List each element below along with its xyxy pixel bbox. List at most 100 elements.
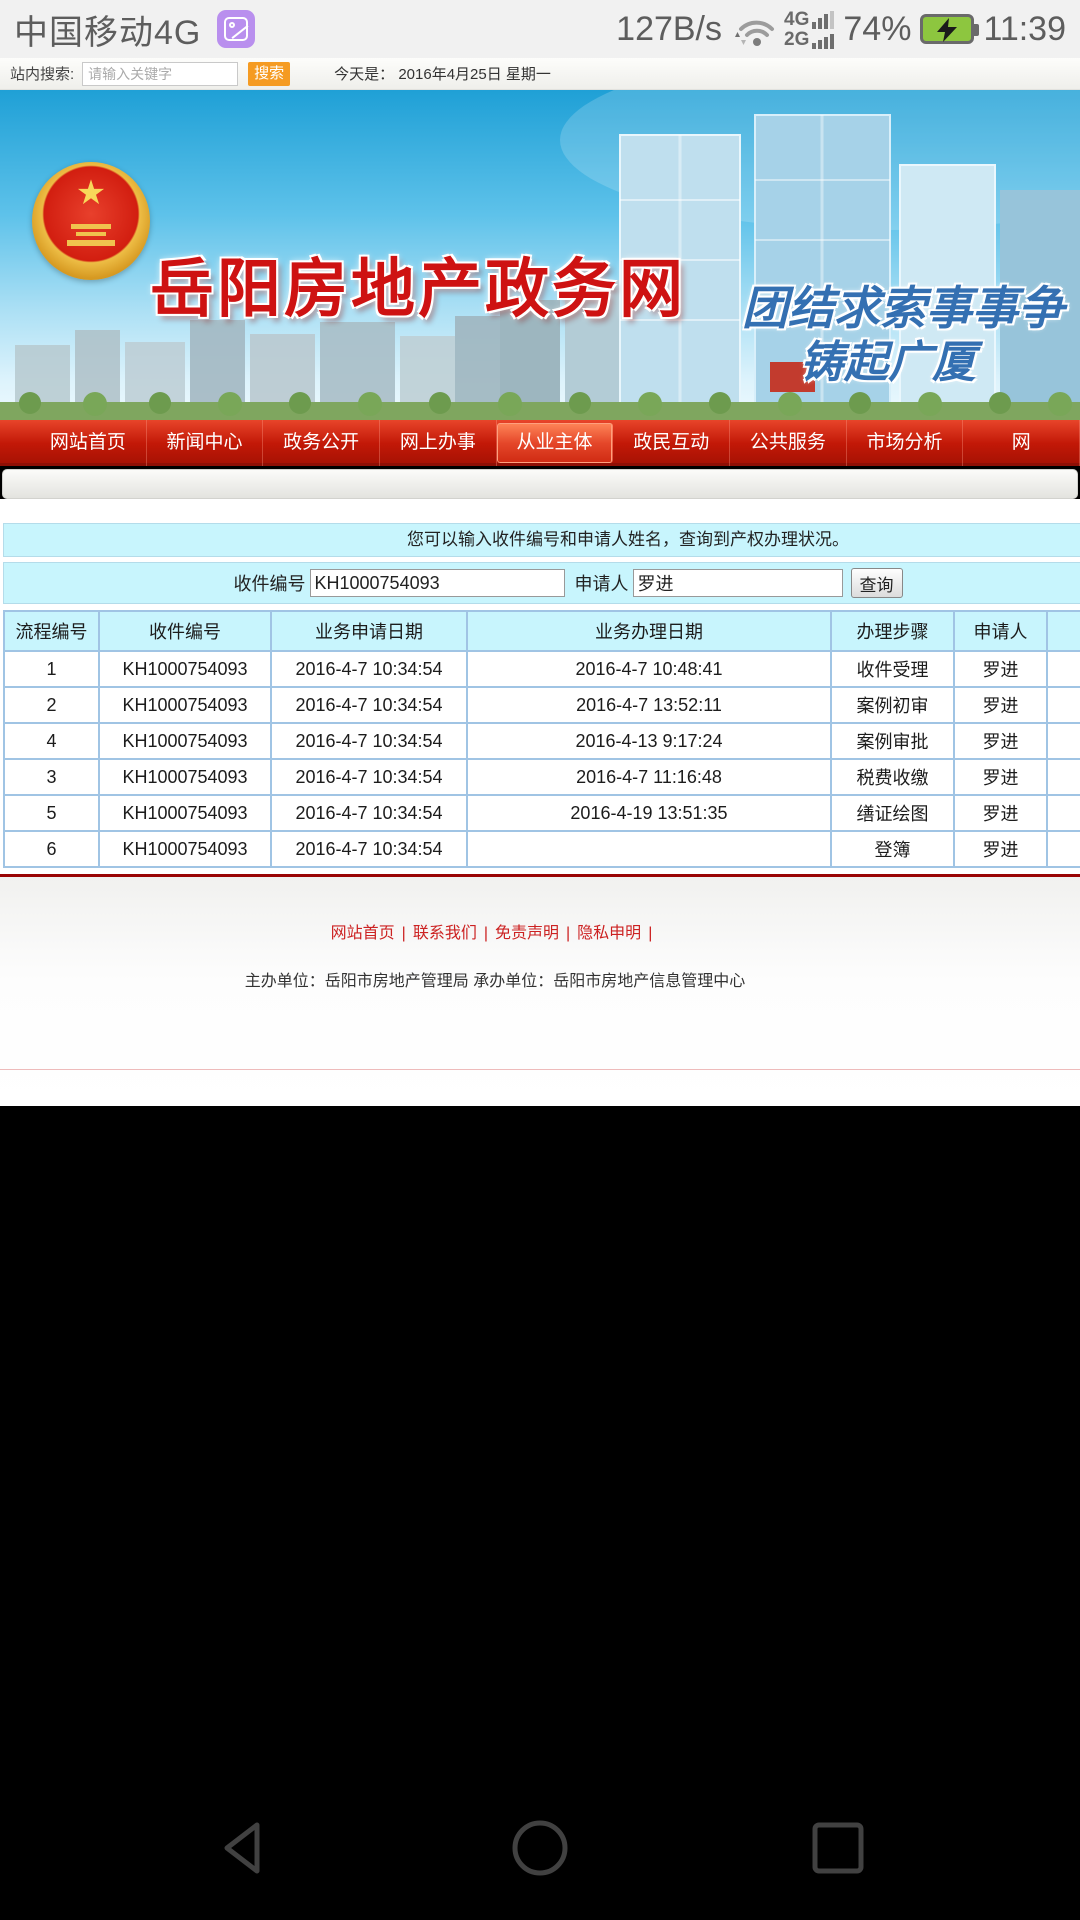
nav-item-7[interactable]: 公共服务 (730, 420, 847, 466)
home-button[interactable] (509, 1817, 571, 1879)
table-cell: 2016-4-13 9:17:24 (467, 723, 831, 759)
recents-button[interactable] (807, 1817, 869, 1879)
table-cell: 2016-4-7 13:52:11 (467, 687, 831, 723)
nav-item-2[interactable]: 新闻中心 (147, 420, 264, 466)
table-row: 5KH10007540932016-4-7 10:34:542016-4-19 … (4, 795, 1080, 831)
table-cell-filler (1047, 759, 1080, 795)
table-cell-filler (1047, 723, 1080, 759)
secondary-nav-bar (2, 469, 1078, 499)
table-cell: 1 (4, 651, 99, 687)
network-type-top: 4G (784, 10, 809, 29)
site-search-label: 站内搜索: (10, 63, 74, 84)
table-cell: 罗进 (954, 831, 1047, 867)
footer-link-separator: | (566, 925, 570, 942)
national-emblem-logo: ★ (32, 162, 150, 280)
table-cell: 罗进 (954, 795, 1047, 831)
table-cell: 2016-4-7 10:34:54 (271, 831, 467, 867)
table-cell: 收件受理 (831, 651, 954, 687)
footer-link-1[interactable]: 网站首页 (331, 925, 395, 942)
table-cell: 罗进 (954, 651, 1047, 687)
table-header-filler (1047, 611, 1080, 651)
applicant-label: 申请人 (575, 570, 629, 596)
site-title: 岳阳房地产政务网 (150, 238, 686, 330)
main-nav: 网站首页新闻中心政务公开网上办事从业主体政民互动公共服务市场分析网 (0, 420, 1080, 466)
footer-link-4[interactable]: 隐私申明 (577, 925, 641, 942)
table-cell: 2016-4-7 10:34:54 (271, 651, 467, 687)
receipt-number-input[interactable] (310, 569, 565, 597)
emblem-star-icon: ★ (76, 176, 106, 210)
footer-links: 网站首页|联系我们|免责声明|隐私申明| (0, 877, 990, 943)
network-speed: 127B/s (616, 10, 722, 49)
nav-item-3[interactable]: 政务公开 (263, 420, 380, 466)
footer-divider (0, 1069, 1080, 1070)
process-table: 流程编号收件编号业务申请日期业务办理日期办理步骤申请人 1KH100075409… (3, 610, 1080, 868)
nav-item-4[interactable]: 网上办事 (380, 420, 497, 466)
site-search-input[interactable] (82, 62, 238, 86)
signal-bars-2g (812, 31, 834, 49)
table-cell: KH1000754093 (99, 795, 271, 831)
footer-organizer-text: 主办单位：岳阳市房地产管理局 承办单位：岳阳市房地产信息管理中心 (0, 967, 990, 991)
table-cell: 案例审批 (831, 723, 954, 759)
table-cell: 4 (4, 723, 99, 759)
table-row: 1KH10007540932016-4-7 10:34:542016-4-7 1… (4, 651, 1080, 687)
query-button[interactable]: 查询 (851, 568, 903, 598)
android-navigation-bar (0, 1764, 1080, 1914)
table-cell: 2 (4, 687, 99, 723)
table-cell: 2016-4-19 13:51:35 (467, 795, 831, 831)
carrier-label: 中国移动4G (14, 5, 201, 54)
table-cell: 登簿 (831, 831, 954, 867)
table-header-cell: 业务申请日期 (271, 611, 467, 651)
nav-item-8[interactable]: 市场分析 (847, 420, 964, 466)
footer-link-separator: | (648, 925, 652, 942)
table-cell: 2016-4-7 10:34:54 (271, 759, 467, 795)
nav-item-1[interactable]: 网站首页 (30, 420, 147, 466)
screenshot-notification-icon (217, 10, 255, 48)
table-cell: 罗进 (954, 687, 1047, 723)
site-search-button[interactable]: 搜索 (248, 62, 290, 86)
back-button[interactable] (215, 1817, 277, 1879)
table-cell: 罗进 (954, 759, 1047, 795)
table-cell: 2016-4-7 11:16:48 (467, 759, 831, 795)
query-notice: 您可以输入收件编号和申请人姓名，查询到产权办理状况。 (3, 523, 1080, 557)
signal-block: 4G 2G (784, 10, 834, 49)
table-cell: 2016-4-7 10:34:54 (271, 723, 467, 759)
query-form: 收件编号 申请人 查询 (3, 562, 1080, 604)
table-cell: 2016-4-7 10:34:54 (271, 795, 467, 831)
table-row: 2KH10007540932016-4-7 10:34:542016-4-7 1… (4, 687, 1080, 723)
table-cell: 3 (4, 759, 99, 795)
nav-item-9[interactable]: 网 (963, 420, 1080, 466)
phone-screen: 中国移动4G 127B/s 4G 2G (0, 0, 1080, 1920)
table-cell-filler (1047, 831, 1080, 867)
footer-link-3[interactable]: 免责声明 (495, 925, 559, 942)
table-cell: KH1000754093 (99, 831, 271, 867)
applicant-input[interactable] (633, 569, 843, 597)
receipt-number-label: 收件编号 (234, 570, 306, 596)
table-cell: 案例初审 (831, 687, 954, 723)
status-time: 11:39 (983, 10, 1066, 49)
nav-item-5[interactable]: 从业主体 (497, 423, 614, 463)
table-header-cell: 申请人 (954, 611, 1047, 651)
table-header-cell: 办理步骤 (831, 611, 954, 651)
table-row: 3KH10007540932016-4-7 10:34:542016-4-7 1… (4, 759, 1080, 795)
table-header-cell: 业务办理日期 (467, 611, 831, 651)
table-cell (467, 831, 831, 867)
footer: 网站首页|联系我们|免责声明|隐私申明| 主办单位：岳阳市房地产管理局 承办单位… (0, 877, 1080, 1106)
signal-bars-4g (812, 11, 834, 29)
table-header-cell: 流程编号 (4, 611, 99, 651)
footer-link-2[interactable]: 联系我们 (413, 925, 477, 942)
battery-charging-icon (920, 14, 974, 44)
table-cell-filler (1047, 651, 1080, 687)
letterbox-area (0, 1106, 1080, 1914)
battery-percent: 74% (843, 10, 911, 49)
status-bar: 中国移动4G 127B/s 4G 2G (0, 0, 1080, 58)
wifi-icon (731, 11, 775, 47)
table-header-cell: 收件编号 (99, 611, 271, 651)
footer-link-separator: | (402, 925, 406, 942)
table-cell: KH1000754093 (99, 759, 271, 795)
site-search-bar: 站内搜索: 搜索 今天是： 2016年4月25日 星期一 (0, 58, 1080, 90)
table-row: 4KH10007540932016-4-7 10:34:542016-4-13 … (4, 723, 1080, 759)
table-cell-filler (1047, 687, 1080, 723)
today-date-text: 今天是： 2016年4月25日 星期一 (334, 63, 551, 84)
page-body: 您可以输入收件编号和申请人姓名，查询到产权办理状况。 收件编号 申请人 查询 流… (0, 499, 1080, 1106)
nav-item-6[interactable]: 政民互动 (613, 420, 730, 466)
